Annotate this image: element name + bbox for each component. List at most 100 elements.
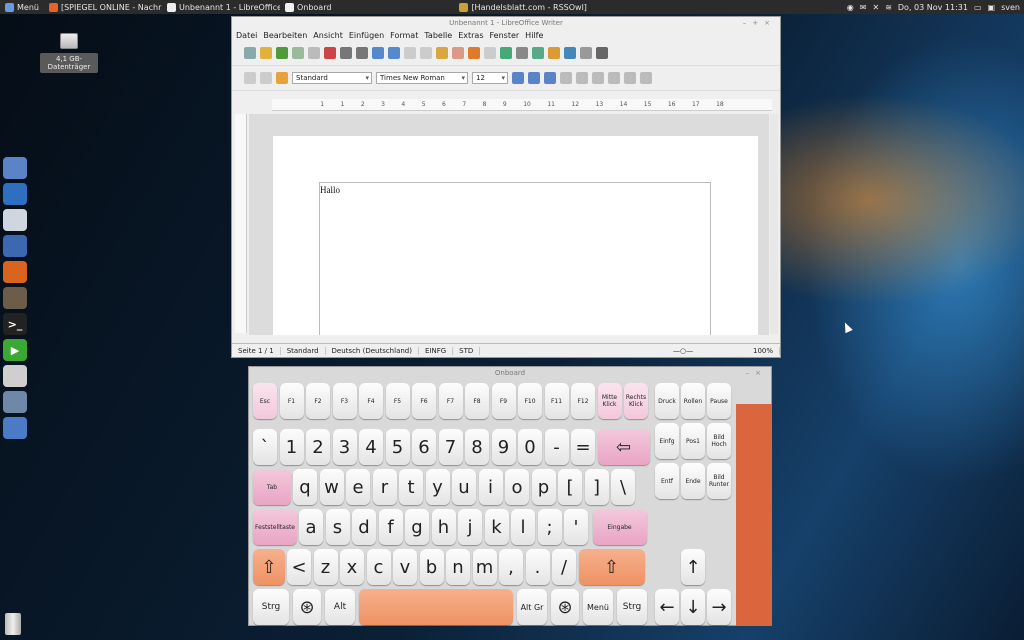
nav-key[interactable]: Einfg [655, 423, 679, 459]
key-4[interactable]: 4 [359, 429, 383, 465]
user-name[interactable]: sven [1001, 3, 1020, 12]
justify-icon[interactable] [608, 72, 620, 84]
key-\[interactable]: \ [611, 469, 635, 505]
key-6[interactable]: 6 [412, 429, 436, 465]
arrow-up-key[interactable]: ↑ [681, 549, 705, 585]
key-o[interactable]: o [505, 469, 529, 505]
gimp-icon[interactable] [3, 287, 27, 309]
backspace-key[interactable]: ⇦ [597, 429, 650, 465]
key-g[interactable]: g [405, 509, 429, 545]
ctrl-left-key[interactable]: Strg [253, 589, 289, 625]
nav-key[interactable]: Entf [655, 463, 679, 499]
key-4[interactable]: F4 [359, 383, 383, 419]
key-x[interactable]: x [340, 549, 364, 585]
menu-button[interactable]: Menü [0, 0, 44, 14]
new-icon[interactable] [244, 47, 256, 59]
key-14[interactable]: Rechts Klick [624, 383, 648, 419]
key-h[interactable]: h [431, 509, 456, 545]
ctrl-right-key[interactable]: Strg [617, 589, 647, 625]
key-a[interactable]: a [299, 509, 323, 545]
task-item[interactable]: [Handelsblatt.com - RSSOwl] [454, 0, 591, 14]
print-preview-icon[interactable] [356, 47, 368, 59]
key-7[interactable]: 7 [438, 429, 463, 465]
key-13[interactable]: Mitte Klick [597, 383, 622, 419]
key-t[interactable]: t [399, 469, 423, 505]
nav-key[interactable]: Bild Runter [707, 463, 731, 499]
shift-right-key[interactable]: ⇧ [578, 549, 645, 585]
clone-icon[interactable] [452, 47, 464, 59]
key-[[interactable]: [ [558, 469, 582, 505]
status-selection[interactable]: STD [453, 346, 481, 355]
nav-key[interactable]: Pos1 [681, 423, 705, 459]
minimize-icon[interactable]: – [743, 19, 753, 27]
key-y[interactable]: y [425, 469, 450, 505]
autospell-icon[interactable] [388, 47, 400, 59]
key-u[interactable]: u [452, 469, 476, 505]
italic-icon[interactable] [528, 72, 540, 84]
document-area[interactable]: Hallo [249, 114, 769, 335]
player-icon[interactable]: ▶ [3, 339, 27, 361]
onboard-titlebar[interactable]: Onboard –× [249, 367, 771, 379]
writer-icon[interactable] [3, 235, 27, 257]
numbering-icon[interactable] [624, 72, 636, 84]
terminal-icon[interactable]: >_ [3, 313, 27, 335]
bullets-icon[interactable] [640, 72, 652, 84]
key-b[interactable]: b [419, 549, 444, 585]
image-icon[interactable] [532, 47, 544, 59]
altgr-key[interactable]: Alt Gr [517, 589, 547, 625]
key-i[interactable]: i [478, 469, 503, 505]
size-select[interactable]: 12 [472, 72, 508, 84]
key-e[interactable]: e [346, 469, 370, 505]
key-r[interactable]: r [372, 469, 397, 505]
key-<[interactable]: < [287, 549, 311, 585]
cut-icon[interactable] [404, 47, 416, 59]
key-w[interactable]: w [319, 469, 344, 505]
menu-item[interactable]: Ansicht [313, 31, 343, 40]
display-icon[interactable]: ▣ [988, 3, 996, 12]
menu-item[interactable]: Fenster [490, 31, 520, 40]
key-m[interactable]: m [472, 549, 497, 585]
copy-icon[interactable] [420, 47, 432, 59]
super-left-key[interactable]: ⊛ [293, 589, 321, 625]
save-icon[interactable] [276, 47, 288, 59]
underline-icon[interactable] [544, 72, 556, 84]
key-.[interactable]: . [525, 549, 550, 585]
alt-key[interactable]: Alt [325, 589, 355, 625]
key-n[interactable]: n [446, 549, 470, 585]
style-select[interactable]: Standard [292, 72, 372, 84]
menu-item[interactable]: Format [390, 31, 418, 40]
key-0[interactable]: Esc [253, 383, 277, 419]
firefox-icon[interactable] [3, 261, 27, 283]
key--[interactable]: - [544, 429, 569, 465]
email-icon[interactable] [292, 47, 304, 59]
key-3[interactable]: 3 [332, 429, 357, 465]
minimize-icon[interactable]: – [746, 369, 756, 377]
workspace-icon[interactable]: ▭ [974, 3, 982, 12]
key-d[interactable]: d [352, 509, 376, 545]
menu-item[interactable]: Datei [236, 31, 257, 40]
styles-icon[interactable] [276, 72, 288, 84]
menu-item[interactable]: Tabelle [424, 31, 452, 40]
network-icon[interactable]: ◉ [847, 3, 854, 12]
print-icon[interactable] [340, 47, 352, 59]
files-icon[interactable] [3, 157, 27, 179]
folder-icon[interactable] [3, 417, 27, 439]
bold-icon[interactable] [512, 72, 524, 84]
table-icon[interactable] [516, 47, 528, 59]
browser-icon[interactable] [3, 183, 27, 205]
disc-icon[interactable] [3, 365, 27, 387]
shift-left-key[interactable]: ⇧ [253, 549, 285, 585]
task-item[interactable]: Unbenannt 1 - LibreOffice W... [162, 0, 280, 14]
status-insert[interactable]: EINFG [419, 346, 454, 355]
nav-key[interactable]: Druck [655, 383, 679, 419]
menu-item[interactable]: Extras [458, 31, 483, 40]
key-=[interactable]: = [571, 429, 595, 465]
writer-titlebar[interactable]: Unbenannt 1 - LibreOffice Writer –+× [232, 17, 780, 29]
key-c[interactable]: c [366, 549, 391, 585]
key-5[interactable]: F5 [385, 383, 410, 419]
paste-icon[interactable] [436, 47, 448, 59]
status-zoom[interactable]: 100% [747, 346, 780, 355]
document-text[interactable]: Hallo [320, 185, 340, 195]
tab-key[interactable]: Tab [253, 469, 291, 505]
vertical-scrollbar[interactable] [770, 114, 778, 334]
